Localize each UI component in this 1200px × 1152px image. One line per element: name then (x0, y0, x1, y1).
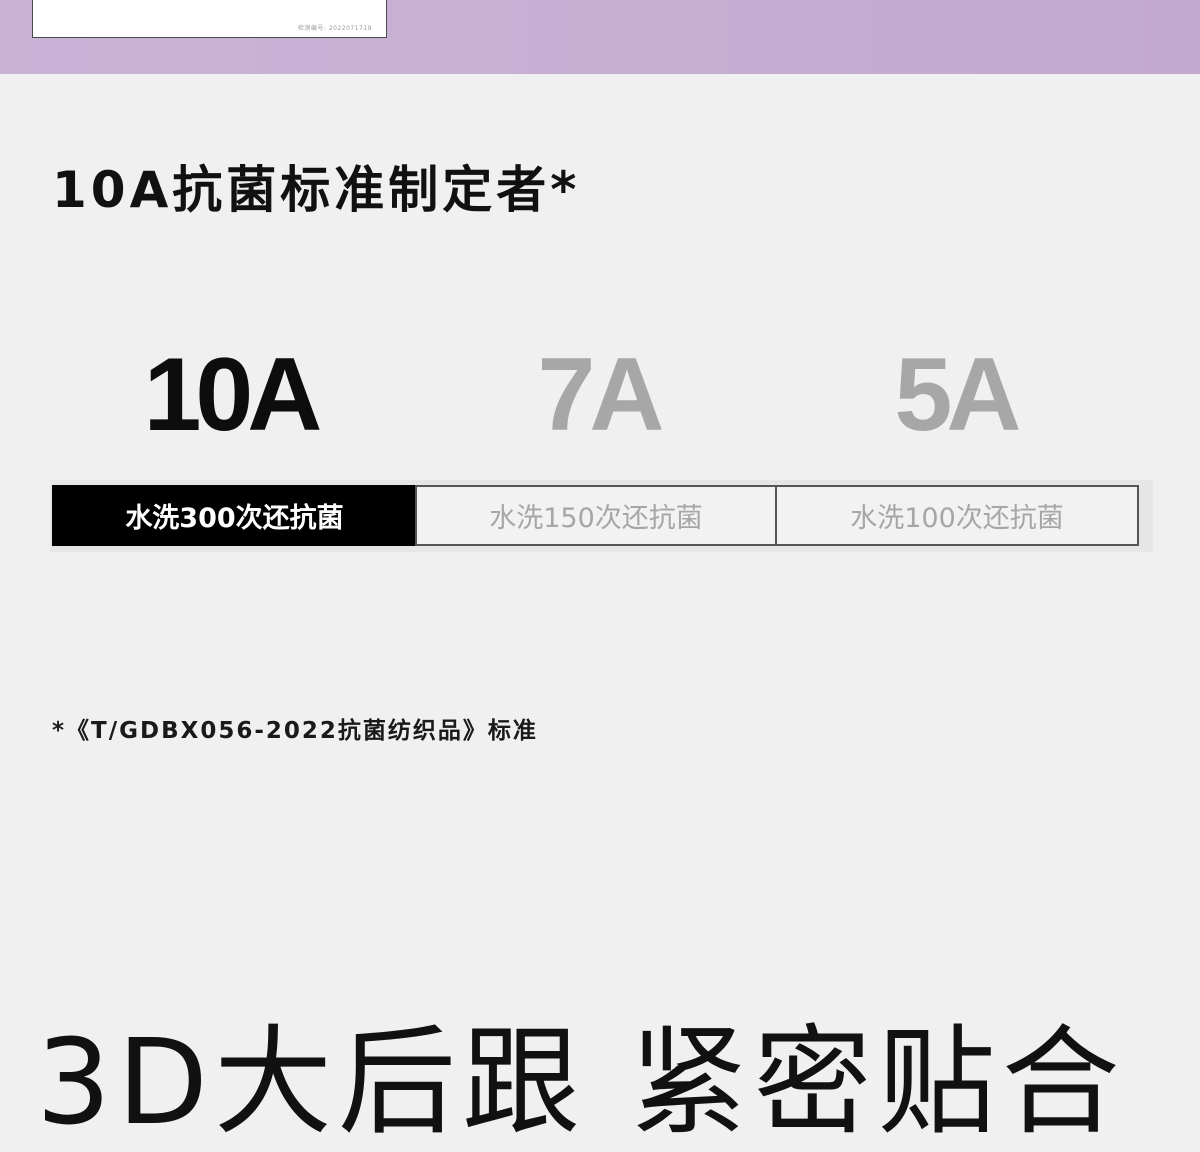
wash-note-5a: 水洗100次还抗菌 (775, 485, 1139, 546)
grade-5a: 5A (894, 337, 1022, 453)
test-certificate-card: 检测编号: 2022071719 (32, 0, 387, 38)
standard-footnote: *《T/GDBX056-2022抗菌纺织品》标准 (52, 718, 538, 744)
wash-note-7a: 水洗150次还抗菌 (415, 485, 777, 546)
top-purple-band: 检测编号: 2022071719 (0, 0, 1200, 74)
antibacterial-standard-headline: 10A抗菌标准制定者* (52, 161, 581, 219)
grade-7a: 7A (537, 337, 665, 453)
next-section-heading: 3D大后跟 紧密贴合 (36, 1013, 1126, 1151)
wash-note-10a: 水洗300次还抗菌 (52, 485, 417, 546)
grade-10a: 10A (143, 337, 323, 453)
certificate-number: 检测编号: 2022071719 (297, 25, 372, 32)
